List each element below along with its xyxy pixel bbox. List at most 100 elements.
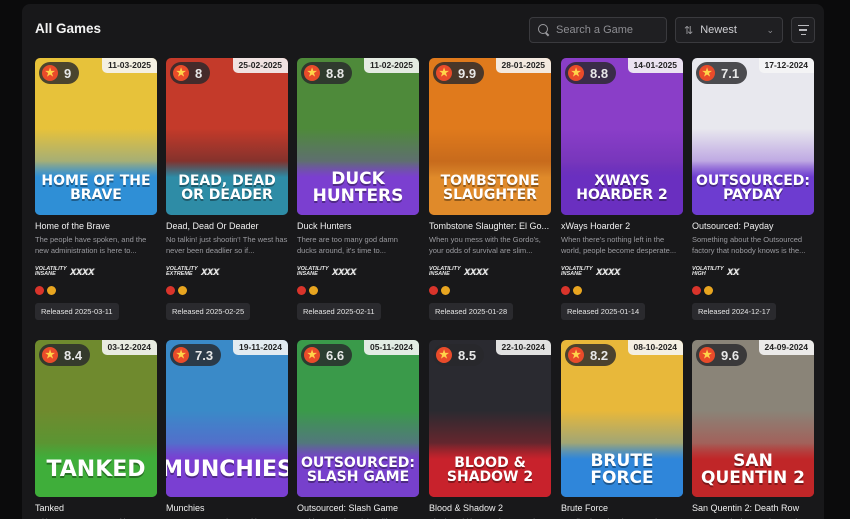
- volatility-rating: VOLATILITY INSANE XXXX: [297, 266, 419, 278]
- rating-value: 7.1: [721, 65, 740, 81]
- star-icon: ★: [173, 347, 189, 363]
- rating-badge: ★ 8.8: [565, 62, 617, 84]
- game-card[interactable]: OUTSOURCED: SLASH GAME ★ 6.6 05-11-2024 …: [297, 340, 419, 519]
- release-date-badge: 14-01-2025: [627, 58, 683, 73]
- feature-icon-red: [297, 286, 306, 295]
- game-thumbnail[interactable]: DEAD, DEAD OR DEADER ★ 8 25-02-2025: [166, 58, 288, 215]
- game-name[interactable]: San Quentin 2: Death Row: [692, 503, 814, 513]
- game-description: When there's nothing left in the world, …: [561, 235, 677, 255]
- feature-icon-yellow: [178, 286, 187, 295]
- game-name[interactable]: Tanked: [35, 503, 157, 513]
- game-card[interactable]: XWAYS HOARDER 2 ★ 8.8 14-01-2025 xWays H…: [561, 58, 683, 320]
- released-badge: Released 2024-12-17: [692, 303, 777, 320]
- filter-button[interactable]: [791, 17, 815, 43]
- volatility-label: VOLATILITY INSANE: [35, 265, 67, 277]
- game-banner-title: HOME OF THE BRAVE: [35, 161, 157, 215]
- sort-icon: ⇅: [684, 24, 694, 37]
- feature-icon-red: [561, 286, 570, 295]
- rating-value: 8.8: [590, 65, 609, 81]
- rating-badge: ★ 6.6: [301, 344, 353, 366]
- feature-icons: [429, 286, 551, 295]
- released-badge: Released 2025-02-11: [297, 303, 381, 320]
- game-thumbnail[interactable]: BRUTE FORCE ★ 8.2 08-10-2024: [561, 340, 683, 497]
- released-badge: Released 2025-03-11: [35, 303, 119, 320]
- game-card[interactable]: MUNCHIES ★ 7.3 19-11-2024 Munchies Nom N…: [166, 340, 288, 519]
- game-banner-title: BLOOD & SHADOW 2: [429, 443, 551, 497]
- volatility-x-icons: XX: [727, 267, 739, 277]
- game-name[interactable]: Blood & Shadow 2: [429, 503, 551, 513]
- game-card[interactable]: OUTSOURCED: PAYDAY ★ 7.1 17-12-2024 Outs…: [692, 58, 814, 320]
- star-icon: ★: [42, 347, 58, 363]
- feature-icon-yellow: [704, 286, 713, 295]
- game-card[interactable]: DUCK HUNTERS ★ 8.8 11-02-2025 Duck Hunte…: [297, 58, 419, 320]
- release-date-badge: 08-10-2024: [627, 340, 683, 355]
- game-card[interactable]: HOME OF THE BRAVE ★ 9 11-03-2025 Home of…: [35, 58, 157, 320]
- volatility-label: VOLATILITY INSANE: [561, 265, 593, 277]
- game-description: Something about the Outsourced factory t…: [692, 235, 806, 255]
- feature-icons: [166, 286, 288, 295]
- rating-badge: ★ 8.5: [433, 344, 485, 366]
- game-name[interactable]: Brute Force: [561, 503, 683, 513]
- rating-badge: ★ 9.9: [433, 62, 485, 84]
- feature-icons: [35, 286, 157, 295]
- game-name[interactable]: Tombstone Slaughter: El Go...: [429, 221, 551, 231]
- release-date-badge: 19-11-2024: [232, 340, 288, 355]
- rating-badge: ★ 7.1: [696, 62, 748, 84]
- feature-icon-red: [166, 286, 175, 295]
- game-name[interactable]: xWays Hoarder 2: [561, 221, 683, 231]
- game-banner-title: DUCK HUNTERS: [297, 161, 419, 215]
- game-banner-title: DEAD, DEAD OR DEADER: [166, 161, 288, 215]
- sort-dropdown[interactable]: ⇅ Newest ⌄: [675, 17, 783, 43]
- games-panel: All Games ⇅ Newest ⌄ HOME OF THE BRAVE ★…: [22, 4, 824, 519]
- game-name[interactable]: Outsourced: Payday: [692, 221, 814, 231]
- feature-icon-red: [35, 286, 44, 295]
- rating-badge: ★ 9: [39, 62, 80, 84]
- game-thumbnail[interactable]: TANKED ★ 8.4 03-12-2024: [35, 340, 157, 497]
- game-banner-title: OUTSOURCED: SLASH GAME: [297, 443, 419, 497]
- game-thumbnail[interactable]: MUNCHIES ★ 7.3 19-11-2024: [166, 340, 288, 497]
- star-icon: ★: [304, 347, 320, 363]
- game-thumbnail[interactable]: XWAYS HOARDER 2 ★ 8.8 14-01-2025: [561, 58, 683, 215]
- game-name[interactable]: Home of the Brave: [35, 221, 157, 231]
- rating-badge: ★ 9.6: [696, 344, 748, 366]
- game-thumbnail[interactable]: TOMBSTONE SLAUGHTER ★ 9.9 28-01-2025: [429, 58, 551, 215]
- game-card[interactable]: BLOOD & SHADOW 2 ★ 8.5 22-10-2024 Blood …: [429, 340, 551, 519]
- game-card[interactable]: BRUTE FORCE ★ 8.2 08-10-2024 Brute Force…: [561, 340, 683, 519]
- feature-icon-yellow: [573, 286, 582, 295]
- game-card[interactable]: DEAD, DEAD OR DEADER ★ 8 25-02-2025 Dead…: [166, 58, 288, 320]
- release-date-badge: 24-09-2024: [758, 340, 814, 355]
- game-description: No talkin! just shootin'! The west has n…: [166, 235, 288, 255]
- volatility-x-icons: XXXX: [596, 267, 620, 277]
- game-banner-title: BRUTE FORCE: [561, 443, 683, 497]
- search-input[interactable]: [556, 24, 666, 36]
- game-description: When you mess with the Gordo's, your odd…: [429, 235, 541, 255]
- game-thumbnail[interactable]: OUTSOURCED: SLASH GAME ★ 6.6 05-11-2024: [297, 340, 419, 497]
- release-date-badge: 25-02-2025: [232, 58, 288, 73]
- feature-icons: [692, 286, 814, 295]
- game-thumbnail[interactable]: DUCK HUNTERS ★ 8.8 11-02-2025: [297, 58, 419, 215]
- game-name[interactable]: Outsourced: Slash Game: [297, 503, 419, 513]
- volatility-label: VOLATILITY EXTREME: [166, 265, 198, 277]
- game-card[interactable]: TOMBSTONE SLAUGHTER ★ 9.9 28-01-2025 Tom…: [429, 58, 551, 320]
- star-icon: ★: [568, 65, 584, 81]
- rating-badge: ★ 8.2: [565, 344, 617, 366]
- star-icon: ★: [436, 65, 452, 81]
- game-name[interactable]: Munchies: [166, 503, 288, 513]
- game-card[interactable]: TANKED ★ 8.4 03-12-2024 Tanked With war …: [35, 340, 157, 519]
- release-date-badge: 11-02-2025: [363, 58, 419, 73]
- game-thumbnail[interactable]: SAN QUENTIN 2 ★ 9.6 24-09-2024: [692, 340, 814, 497]
- game-thumbnail[interactable]: OUTSOURCED: PAYDAY ★ 7.1 17-12-2024: [692, 58, 814, 215]
- game-card[interactable]: SAN QUENTIN 2 ★ 9.6 24-09-2024 San Quent…: [692, 340, 814, 519]
- game-banner-title: XWAYS HOARDER 2: [561, 161, 683, 215]
- game-thumbnail[interactable]: BLOOD & SHADOW 2 ★ 8.5 22-10-2024: [429, 340, 551, 497]
- game-name[interactable]: Dead, Dead Or Deader: [166, 221, 288, 231]
- game-description: There are too many god damn ducks around…: [297, 235, 398, 255]
- rating-value: 8.2: [590, 347, 609, 363]
- game-banner-title: MUNCHIES: [166, 443, 288, 497]
- game-banner-title: TOMBSTONE SLAUGHTER: [429, 161, 551, 215]
- game-thumbnail[interactable]: HOME OF THE BRAVE ★ 9 11-03-2025: [35, 58, 157, 215]
- search-box[interactable]: [529, 17, 667, 43]
- game-name[interactable]: Duck Hunters: [297, 221, 419, 231]
- volatility-label: VOLATILITY INSANE: [297, 265, 329, 277]
- star-icon: ★: [699, 347, 715, 363]
